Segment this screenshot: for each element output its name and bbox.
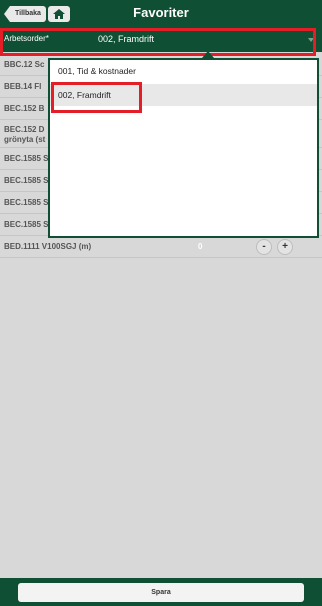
app-header: Tillbaka Favoriter	[0, 0, 322, 28]
item-label-line2: grönyta (st	[4, 135, 46, 144]
item-label: BED.1111 V100SGJ (m)	[4, 242, 92, 251]
save-button[interactable]: Spara	[18, 583, 304, 602]
item-label: BEC.1585 S	[4, 154, 49, 163]
item-label: BBC.12 Sc	[4, 60, 45, 69]
item-quantity: 0	[198, 242, 203, 251]
item-label: BEB.14 Fl	[4, 82, 42, 91]
page-title: Favoriter	[133, 5, 189, 20]
item-label: BEC.152 D	[4, 125, 45, 134]
highlight-box-option	[51, 82, 142, 113]
item-label: BEC.1585 S	[4, 176, 49, 185]
increment-button[interactable]: +	[277, 239, 293, 255]
item-label: BEC.152 B	[4, 104, 45, 113]
decrement-button[interactable]: -	[256, 239, 272, 255]
highlight-box-order	[0, 28, 316, 56]
dropdown-option-001[interactable]: 001, Tid & kostnader	[50, 60, 317, 82]
item-label: BEC.1585 S	[4, 220, 49, 229]
list-item[interactable]: BED.1111 V100SGJ (m) 0 - +	[0, 236, 322, 258]
dropdown-pointer	[202, 51, 214, 58]
item-label: BEC.1585 S	[4, 198, 49, 207]
